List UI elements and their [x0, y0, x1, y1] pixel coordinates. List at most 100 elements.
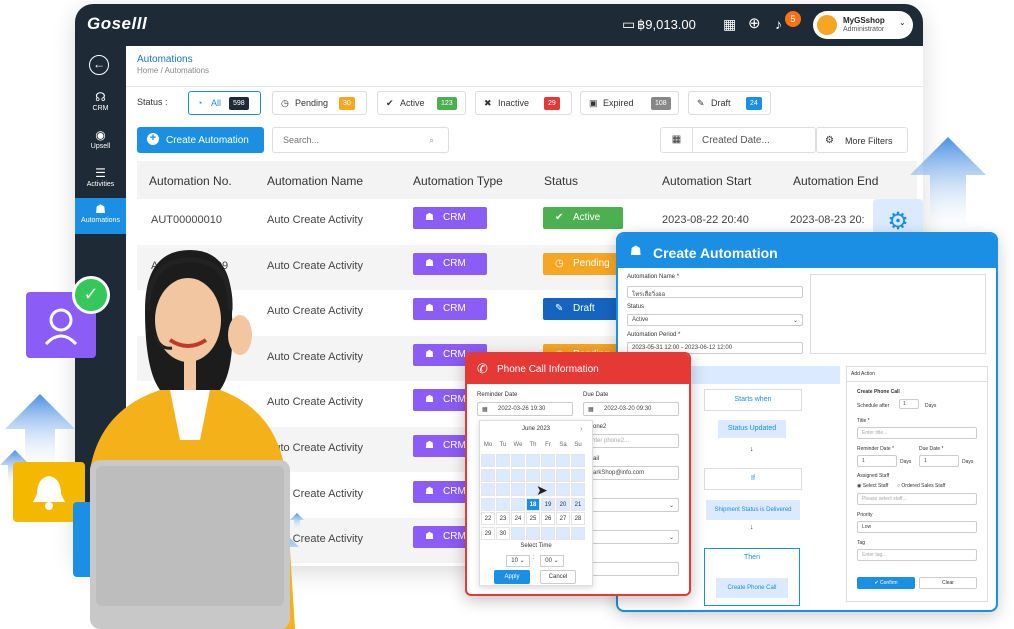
reminder-days-input[interactable]: 1	[857, 455, 897, 467]
status-chip-pending[interactable]: ◷ Pending 30	[272, 91, 367, 115]
confirm-button[interactable]: ✔ Confirm	[857, 577, 915, 589]
flow-condition[interactable]: If	[704, 468, 802, 490]
bell-icon[interactable]: ♪	[775, 16, 782, 32]
calendar-day[interactable]	[496, 454, 510, 467]
calendar-day[interactable]	[571, 526, 585, 540]
ordered-staff-radio[interactable]: ○ Ordered Sales Staff	[897, 483, 945, 489]
schedule-after-input[interactable]: 1	[899, 399, 919, 409]
calendar-day[interactable]: 29	[481, 526, 495, 540]
calendar-day[interactable]	[526, 454, 540, 467]
field-label: Reminder Date *	[857, 446, 894, 452]
calendar-day-selected[interactable]: 18	[526, 497, 540, 511]
title-input[interactable]: Enter title...	[857, 427, 977, 439]
calendar-day[interactable]	[556, 454, 570, 467]
phone2-input[interactable]: Enter phone2...	[583, 434, 679, 448]
clear-button[interactable]: Clear	[919, 577, 977, 589]
status-chip-active[interactable]: ✔ Active 123	[377, 91, 466, 115]
sidebar-item-activities[interactable]: ☰ Activities	[75, 162, 126, 198]
flow-shipment-condition[interactable]: Shipment Status is Delivered	[706, 500, 800, 520]
calendar-day[interactable]	[556, 483, 570, 496]
calendar-day[interactable]	[481, 454, 495, 467]
calendar-day[interactable]	[496, 497, 510, 511]
status-select[interactable]: Active ⌄	[627, 314, 803, 326]
calendar-day[interactable]	[511, 483, 525, 496]
select-field[interactable]: ⌄	[583, 498, 679, 512]
staff-select[interactable]: Please select staff...	[857, 493, 977, 505]
created-date-filter[interactable]: ▦ Created Date...	[660, 127, 816, 153]
calendar-day[interactable]: 23	[496, 512, 510, 525]
chip-label: All	[211, 98, 222, 108]
calendar-day[interactable]: 25	[526, 512, 540, 525]
calendar-day[interactable]	[511, 468, 525, 482]
calculator-icon[interactable]: ▦	[723, 16, 736, 33]
flow-create-phone-call[interactable]: Create Phone Call	[716, 578, 788, 598]
email-input[interactable]: MarkShop@info.com	[583, 466, 679, 480]
reminder-date-input[interactable]: ▦ 2022-03-26 19:30	[477, 402, 573, 416]
status-chip-inactive[interactable]: ✖ Inactive 29	[475, 91, 572, 115]
chevron-right-icon[interactable]: ›	[580, 424, 583, 433]
calendar-day[interactable]	[571, 483, 585, 496]
sidebar-item-label: Automations	[81, 217, 120, 224]
add-icon[interactable]: ⊕	[748, 14, 761, 32]
calendar-day[interactable]: 28	[571, 512, 585, 525]
calendar-day[interactable]	[526, 526, 540, 540]
calendar-day[interactable]	[541, 468, 555, 482]
calendar-day[interactable]	[511, 454, 525, 467]
hour-select[interactable]: 10 ⌄	[506, 555, 530, 567]
apply-button[interactable]: Apply	[494, 570, 530, 584]
text-field[interactable]	[583, 562, 679, 576]
calendar-day[interactable]	[481, 483, 495, 496]
status-chip-expired[interactable]: ▣ Expired 108	[580, 91, 679, 115]
calendar-day[interactable]: 30	[496, 526, 510, 540]
calendar-day[interactable]	[571, 454, 585, 467]
description-box[interactable]	[810, 274, 986, 354]
select-time-label: Select Time	[520, 543, 552, 549]
select-staff-radio[interactable]: ◉ Select Staff	[857, 483, 888, 489]
calendar-day[interactable]	[511, 526, 525, 540]
calendar-day[interactable]	[556, 526, 570, 540]
cancel-button[interactable]: Cancel	[540, 570, 576, 584]
calendar-day[interactable]	[481, 497, 495, 511]
create-automation-button[interactable]: + Create Automation	[137, 127, 264, 153]
minute-select[interactable]: 00 ⌄	[540, 555, 564, 567]
sidebar-item-automations[interactable]: ☗ Automations	[75, 198, 126, 234]
calendar-day[interactable]: 20	[556, 497, 570, 511]
status-chip-draft[interactable]: ✎ Draft 24	[688, 91, 771, 115]
back-arrow-icon[interactable]: ←	[89, 55, 109, 75]
due-days-input[interactable]: 1	[919, 455, 959, 467]
automation-no: AUT00000010	[151, 214, 222, 226]
more-filters-button[interactable]: ⚙ More Filters	[816, 127, 908, 153]
calendar-day[interactable]	[496, 468, 510, 482]
due-date-input[interactable]: ▦ 2022-03-20 09:30	[583, 402, 679, 416]
sidebar-item-crm[interactable]: ☊ CRM	[75, 86, 126, 122]
calendar-day[interactable]: 27	[556, 512, 570, 525]
status-chip-all[interactable]: ◔ All 598	[188, 91, 261, 115]
calendar-day[interactable]: 26	[541, 512, 555, 525]
select-field[interactable]: ⌄	[583, 530, 679, 544]
calendar-day[interactable]	[541, 454, 555, 467]
search-input[interactable]	[272, 127, 449, 153]
column-header: Automation Start	[662, 174, 752, 188]
calendar-day[interactable]: 22	[481, 512, 495, 525]
flow-trigger[interactable]: Starts when	[704, 389, 802, 411]
calendar-day[interactable]	[541, 526, 555, 540]
status-badge: ◷ Pending	[543, 252, 623, 275]
sidebar-item-upsell[interactable]: ◉ Upsell	[75, 124, 126, 160]
calendar-day[interactable]	[481, 468, 495, 482]
calendar-day[interactable]	[556, 468, 570, 482]
calendar-day[interactable]	[496, 483, 510, 496]
tag-input[interactable]: Enter tag...	[857, 549, 977, 561]
calendar-day[interactable]	[526, 468, 540, 482]
status-badge: ✔ Active	[543, 207, 623, 229]
calendar-day[interactable]: 19	[541, 497, 555, 511]
calendar-day[interactable]	[511, 497, 525, 511]
shop-switcher[interactable]: MyGSshop Administrator ⌄	[813, 11, 913, 39]
breadcrumb[interactable]: Home / Automations	[137, 66, 209, 75]
flow-status-updated[interactable]: Status Updated	[718, 420, 786, 438]
calendar-day[interactable]	[571, 468, 585, 482]
chevron-down-icon: ⌄	[792, 318, 798, 324]
automation-name-field[interactable]: โทรเสื่อวิ่งออ	[627, 286, 803, 298]
priority-select[interactable]: Low	[857, 521, 977, 533]
calendar-day[interactable]: 21	[571, 497, 585, 511]
calendar-day[interactable]: 24	[511, 512, 525, 525]
